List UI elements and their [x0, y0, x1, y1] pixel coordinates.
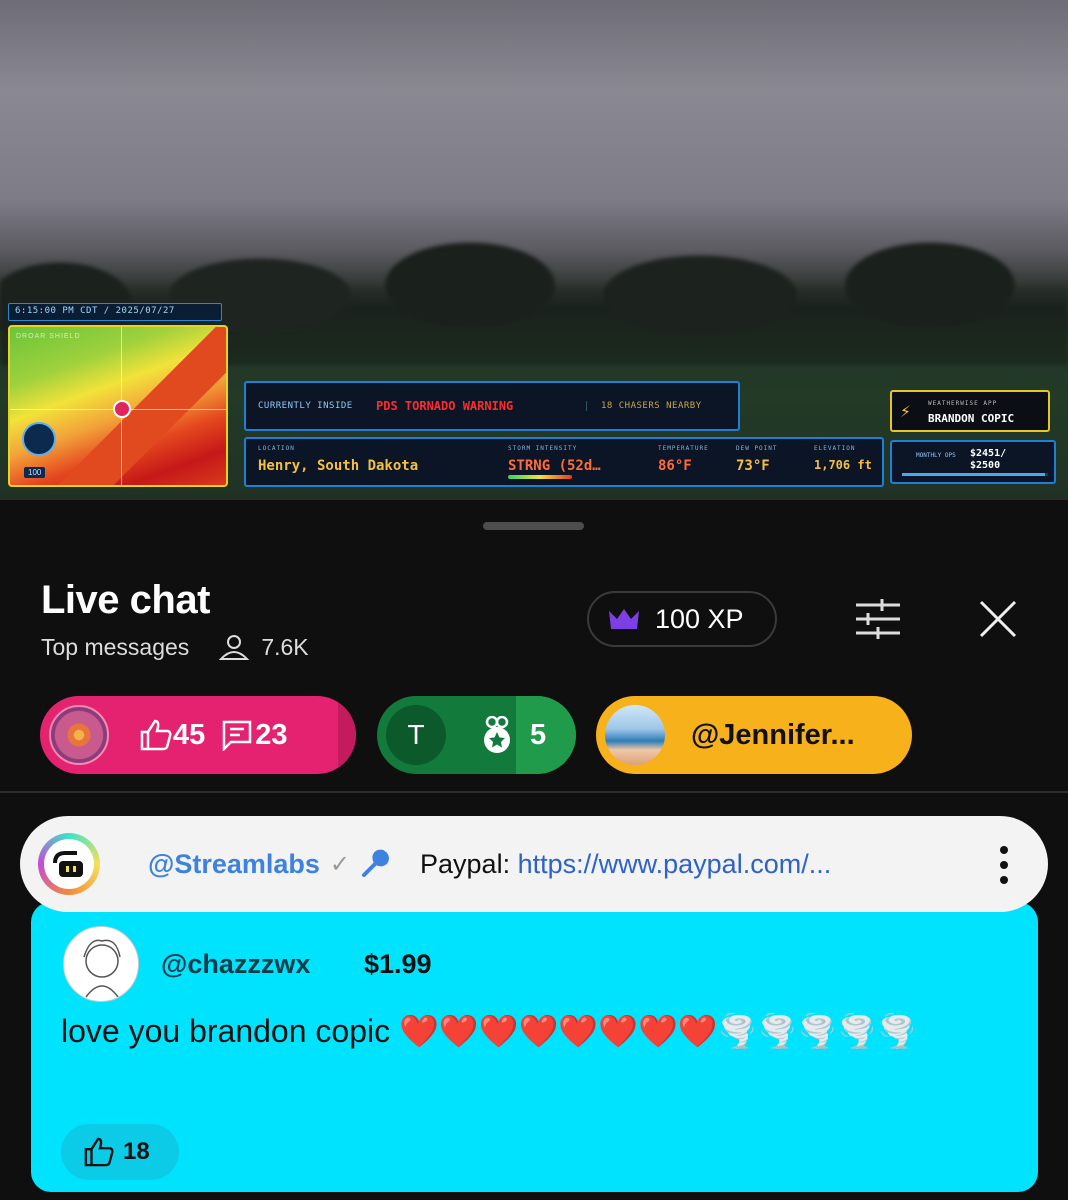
thumbs-up-icon: [140, 719, 172, 751]
hud-timestamp: 6:15:00 PM CDT / 2025/07/27: [8, 303, 222, 321]
location-label: LOCATION: [258, 445, 295, 452]
close-button[interactable]: [975, 596, 1021, 642]
hud-brand-panel: ⚡ WEATHERWISE APP BRANDON COPIC: [890, 390, 1050, 432]
chip-member[interactable]: @Jennifer...: [596, 696, 912, 774]
comments-count: 23: [255, 718, 288, 751]
gifts-stat: 5: [480, 716, 546, 754]
streamer-name: BRANDON COPIC: [928, 412, 1015, 425]
chip-top-chatter[interactable]: 45 23: [40, 696, 356, 774]
streamlabs-logo-icon: [53, 851, 83, 877]
hud-conditions-panel: LOCATION Henry, South Dakota STORM INTEN…: [244, 437, 884, 487]
goal-label: MONTHLY OPS: [916, 452, 956, 459]
pinned-message[interactable]: @Streamlabs ✓ Paypal: https://www.paypal…: [20, 816, 1048, 912]
super-chat-user[interactable]: @chazzzwx: [161, 949, 310, 980]
like-button[interactable]: 18: [61, 1124, 179, 1180]
verified-check-icon: ✓: [329, 850, 351, 878]
location-value: Henry, South Dakota: [258, 458, 419, 474]
temperature-value: 86°F: [658, 458, 692, 474]
live-chat-panel: Live chat Top messages 7.6K 100 XP 45 23…: [0, 497, 1068, 1200]
pinned-label: Paypal:: [420, 848, 518, 879]
chip-username: @Jennifer...: [691, 718, 855, 751]
goal-progress-bar: [902, 473, 1048, 476]
video-player[interactable]: 6:15:00 PM CDT / 2025/07/27 DROAR SHIELD…: [0, 0, 1068, 497]
close-icon: [979, 600, 1017, 638]
xp-label: 100 XP: [655, 603, 744, 634]
avatar: T: [386, 705, 446, 765]
sliders-icon: [856, 599, 900, 639]
pinned-text: Paypal: https://www.paypal.com/...: [420, 849, 831, 880]
location-marker-icon: [113, 400, 131, 418]
gifts-count: 5: [530, 718, 547, 751]
elevation-value: 1,706 ft: [814, 458, 872, 472]
like-count: 18: [123, 1138, 150, 1165]
paypal-link[interactable]: https://www.paypal.com/...: [518, 849, 832, 879]
warning-text: PDS TORNADO WARNING: [376, 399, 514, 413]
avatar: [49, 705, 109, 765]
gift-icon: [484, 716, 510, 753]
streamlabs-avatar: [38, 833, 100, 895]
comment-icon: [223, 720, 252, 751]
goal-target: $2500: [970, 460, 1001, 471]
settings-sliders-button[interactable]: [852, 597, 904, 641]
chat-title: Live chat: [41, 578, 210, 622]
wrench-icon: [362, 849, 390, 877]
pinned-author[interactable]: @Streamlabs: [148, 849, 320, 880]
hud-warning-panel: CURRENTLY INSIDE PDS TORNADO WARNING 18 …: [244, 381, 740, 431]
more-options-button[interactable]: [1000, 846, 1008, 884]
chat-subtitle: Top messages 7.6K: [41, 633, 309, 661]
hud-goal-panel: MONTHLY OPS $2451/ $2500: [890, 440, 1056, 484]
super-chat-text: love you brandon copic ❤️❤️❤️❤️❤️❤️❤️❤️🌪…: [61, 1013, 917, 1049]
xp-button[interactable]: 100 XP: [587, 591, 777, 647]
avatar: [605, 705, 665, 765]
comments-stat: 23: [221, 718, 288, 752]
chip-gifter[interactable]: T 5: [377, 696, 576, 774]
compass-icon: [22, 422, 56, 456]
intensity-label: STORM INTENSITY: [508, 445, 578, 452]
radar-map: DROAR SHIELD 100: [8, 325, 228, 487]
goal-current: $2451/: [970, 448, 1007, 459]
drag-handle[interactable]: [483, 522, 584, 530]
likes-stat: 45: [139, 719, 205, 752]
likes-count: 45: [173, 718, 206, 751]
app-label: WEATHERWISE APP: [928, 400, 998, 407]
avatar: [63, 926, 139, 1002]
map-scale: 100: [24, 467, 46, 478]
goal-progress-fill: [902, 473, 1046, 476]
divider: [0, 791, 1068, 793]
super-chat-message[interactable]: @chazzzwx $1.99 love you brandon copic ❤…: [31, 902, 1038, 1192]
dew-point-value: 73°F: [736, 458, 770, 474]
viewers-icon: [217, 633, 251, 661]
viewer-count: 7.6K: [261, 633, 309, 660]
goal-amounts: $2451/ $2500: [970, 448, 1006, 472]
map-label: DROAR SHIELD: [16, 333, 81, 340]
lightning-bolt-icon: ⚡: [900, 401, 911, 422]
intensity-value: STRNG (52d…: [508, 458, 601, 474]
dew-point-label: DEW POINT: [736, 445, 778, 452]
chat-mode-selector[interactable]: Top messages: [41, 634, 189, 661]
temperature-label: TEMPERATURE: [658, 445, 709, 452]
intensity-bar: [508, 475, 572, 479]
elevation-label: ELEVATION: [814, 445, 856, 452]
thumbs-up-icon: [84, 1137, 114, 1167]
super-chat-amount: $1.99: [364, 949, 432, 979]
chasers-nearby: 18 CHASERS NEARBY: [586, 401, 702, 411]
crown-icon: [609, 609, 639, 629]
currently-inside-label: CURRENTLY INSIDE: [258, 401, 353, 411]
